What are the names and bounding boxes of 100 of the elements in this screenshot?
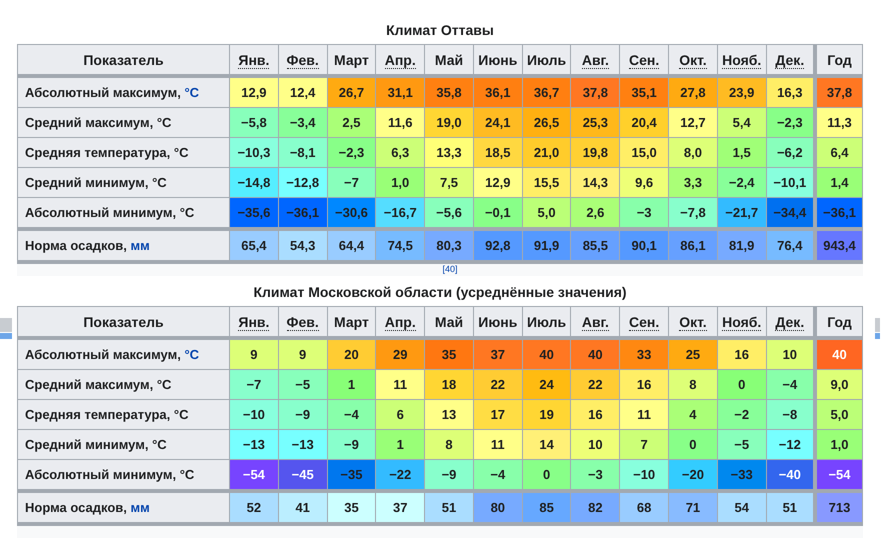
table-cell: −5,8 (230, 108, 278, 138)
column-header: Июль (522, 306, 571, 338)
column-header: Показатель (18, 44, 230, 76)
tab-edge (0, 318, 12, 339)
reference-link[interactable]: [40] (442, 264, 458, 275)
table-cell: 13,3 (424, 138, 474, 168)
table-cell: 82 (570, 491, 620, 522)
table-cell: 18 (424, 370, 474, 400)
table-cell: 54 (717, 491, 766, 522)
table-cell: 37 (473, 338, 522, 370)
table-cell: −2,3 (766, 108, 815, 138)
table-cell: 20,4 (620, 108, 669, 138)
table-cell: 65,4 (230, 229, 278, 260)
table-cell: 19,0 (424, 108, 474, 138)
table-cell: 26,5 (522, 108, 571, 138)
table-cell: 68 (620, 491, 669, 522)
table-cell: 37,8 (815, 76, 862, 108)
column-header: Нояб. (717, 306, 766, 338)
table-cell: −14,8 (230, 168, 278, 198)
column-header: Янв. (230, 44, 278, 76)
table-cell: 8,0 (668, 138, 718, 168)
table-cell: 9,6 (620, 168, 669, 198)
row-header: Средний максимум, °C (18, 370, 230, 400)
table-cell: 14 (522, 430, 571, 460)
table-cell: 35 (424, 338, 474, 370)
table-cell: 13 (424, 400, 474, 430)
table-cell: 80 (473, 491, 522, 522)
table-cell: 76,4 (766, 229, 815, 260)
column-header: Год (815, 306, 862, 338)
table-cell: −2,4 (717, 168, 766, 198)
table-cell: 64,4 (327, 229, 376, 260)
column-header: Июль (522, 44, 571, 76)
table-cell: −5 (278, 370, 328, 400)
table-cell: −4 (327, 400, 376, 430)
table-cell: 29 (376, 338, 425, 370)
table-title: Климат Московской области (усреднённые значения) (252, 283, 628, 302)
table-cell: −10,3 (230, 138, 278, 168)
column-header: Окт. (668, 306, 718, 338)
row-header: Норма осадков, мм (18, 229, 230, 260)
table-cell: −10,1 (766, 168, 815, 198)
table-cell: 26,7 (327, 76, 376, 108)
row-header: Средняя температура, °C (18, 400, 230, 430)
table-cell: −4 (766, 370, 815, 400)
column-header: Дек. (766, 306, 815, 338)
column-header: Янв. (230, 306, 278, 338)
table-cell: 51 (766, 491, 815, 522)
table-cell: 17 (473, 400, 522, 430)
row-header: Абсолютный минимум, °C (18, 198, 230, 229)
table-cell: 31,1 (376, 76, 425, 108)
table-cell: 51 (424, 491, 474, 522)
column-header: Май (424, 44, 474, 76)
table-cell: 2,5 (327, 108, 376, 138)
table-cell: 5,4 (717, 108, 766, 138)
table-cell: 1,4 (815, 168, 862, 198)
column-header: Сен. (620, 306, 669, 338)
row-header: Средний максимум, °C (18, 108, 230, 138)
table-cell: 24,1 (473, 108, 522, 138)
table-cell: 35,8 (424, 76, 474, 108)
table-cell: 6,4 (815, 138, 862, 168)
table-cell: 91,9 (522, 229, 571, 260)
table-cell: 8 (668, 370, 718, 400)
column-header: Май (424, 306, 474, 338)
table-cell: 20 (327, 338, 376, 370)
table-cell: 9 (278, 338, 328, 370)
table-cell: −8,1 (278, 138, 328, 168)
table-cell: 3,3 (668, 168, 718, 198)
table-cell: 37 (376, 491, 425, 522)
table-cell: 25 (668, 338, 718, 370)
column-header: Авг. (570, 306, 620, 338)
table-cell: −13 (278, 430, 328, 460)
table-cell: 1 (327, 370, 376, 400)
table-cell: −9 (327, 430, 376, 460)
table-cell: 54,3 (278, 229, 328, 260)
table-cell: 16 (570, 400, 620, 430)
table-cell: 22 (473, 370, 522, 400)
table-cell: 15,0 (620, 138, 669, 168)
table-cell: 24 (522, 370, 571, 400)
table-cell: −8 (766, 400, 815, 430)
table-cell: 85,5 (570, 229, 620, 260)
table-cell: 81,9 (717, 229, 766, 260)
row-header: Средний минимум, °C (18, 168, 230, 198)
table-cell: 23,9 (717, 76, 766, 108)
table-cell: 14,3 (570, 168, 620, 198)
table-cell: 713 (815, 491, 862, 522)
table-cell: 35,1 (620, 76, 669, 108)
table-cell: 0 (668, 430, 718, 460)
table-cell: 12,9 (473, 168, 522, 198)
table-cell: −36,1 (815, 198, 862, 229)
table-cell: 19 (522, 400, 571, 430)
table-cell: 19,8 (570, 138, 620, 168)
column-header: Окт. (668, 44, 718, 76)
table-cell: 11 (620, 400, 669, 430)
table-cell: 33 (620, 338, 669, 370)
row-header: Абсолютный минимум, °C (18, 460, 230, 491)
table-cell: 74,5 (376, 229, 425, 260)
table-cell: 18,5 (473, 138, 522, 168)
table-cell: 12,9 (230, 76, 278, 108)
table-cell: −6,2 (766, 138, 815, 168)
column-header: Фев. (278, 44, 328, 76)
table-cell: 0 (717, 370, 766, 400)
